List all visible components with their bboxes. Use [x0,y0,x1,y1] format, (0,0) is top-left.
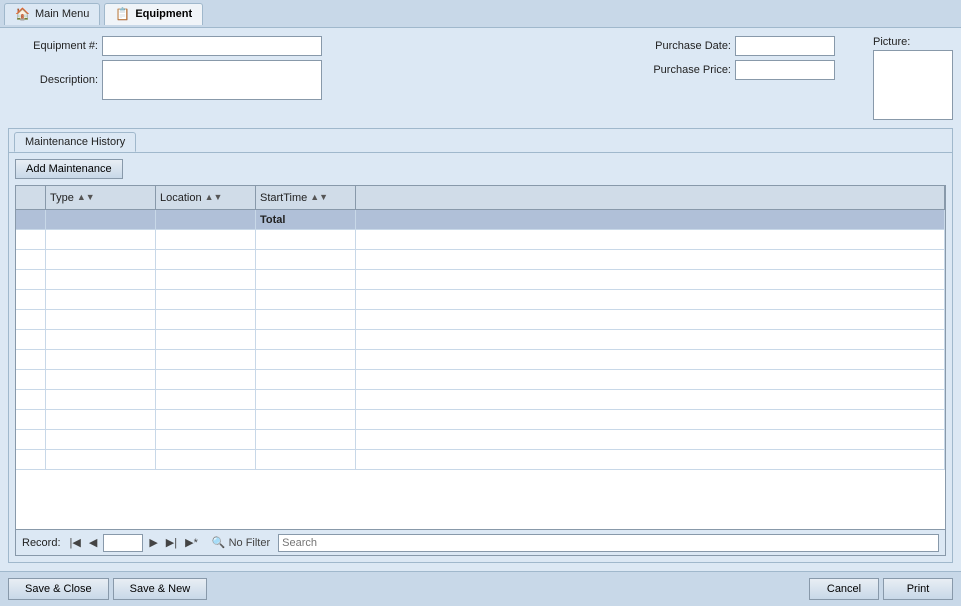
total-label: Total [260,214,285,226]
search-input[interactable] [278,534,939,552]
button-separator [211,578,805,600]
location-column-label: Location [160,192,202,204]
equipment-number-row: Equipment #: [8,36,603,56]
nav-current-page[interactable] [103,534,143,552]
cancel-button[interactable]: Cancel [809,578,879,600]
purchase-date-input[interactable] [735,36,835,56]
purchase-date-label: Purchase Date: [641,40,731,52]
grid-header-extra [356,186,945,209]
starttime-column-label: StartTime [260,192,307,204]
title-bar: 🏠 Main Menu 📋 Equipment [0,0,961,28]
total-starttime-cell: Total [256,210,356,229]
equipment-number-label: Equipment #: [8,40,98,52]
form-middle: Purchase Date: Purchase Price: [641,36,835,80]
location-sort-icon[interactable]: ▲▼ [205,193,223,202]
table-row [16,290,945,310]
tab-equipment[interactable]: 📋 Equipment [104,3,203,25]
total-row: Total [16,210,945,230]
table-row [16,250,945,270]
table-row [16,270,945,290]
table-row [16,370,945,390]
tab-main-menu[interactable]: 🏠 Main Menu [4,3,100,25]
add-maintenance-button[interactable]: Add Maintenance [15,159,123,179]
no-filter-label: No Filter [229,537,271,549]
equipment-icon: 📋 [115,7,130,21]
purchase-price-label: Purchase Price: [641,64,731,76]
table-row [16,410,945,430]
total-extra-cell [356,210,945,229]
equipment-number-input[interactable] [102,36,322,56]
type-sort-icon[interactable]: ▲▼ [77,193,95,202]
maintenance-tab-header: Maintenance History [9,129,952,153]
picture-label: Picture: [873,36,910,48]
bottom-bar: Save & Close Save & New Cancel Print [0,571,961,606]
table-row [16,230,945,250]
maintenance-content: Add Maintenance Type ▲▼ Location ▲▼ Star… [9,153,952,562]
navigation-bar: Record: |◀ ◀ ▶ ▶| ▶* 🔍 No Filter [16,529,945,555]
grid-body: Total [16,210,945,529]
maintenance-tab-label[interactable]: Maintenance History [14,132,136,152]
save-new-button[interactable]: Save & New [113,578,208,600]
grid-header: Type ▲▼ Location ▲▼ StartTime ▲▼ [16,186,945,210]
table-row [16,330,945,350]
purchase-date-row: Purchase Date: [641,36,835,56]
save-close-button[interactable]: Save & Close [8,578,109,600]
purchase-price-input[interactable] [735,60,835,80]
table-row [16,350,945,370]
form-right: Picture: [873,36,953,120]
nav-new-button[interactable]: ▶* [183,535,200,550]
main-content: Equipment #: Description: Purchase Date:… [0,28,961,571]
description-row: Description: [8,60,603,100]
grid-header-type[interactable]: Type ▲▼ [46,186,156,209]
nav-next-button[interactable]: ▶ [147,535,159,550]
tab-equipment-label: Equipment [135,8,192,20]
record-label: Record: [22,537,61,549]
form-left: Equipment #: Description: [8,36,603,100]
print-button[interactable]: Print [883,578,953,600]
main-menu-icon: 🏠 [15,7,30,21]
nav-prev-button[interactable]: ◀ [87,535,99,550]
total-location-cell [156,210,256,229]
nav-last-button[interactable]: ▶| [164,535,179,550]
type-column-label: Type [50,192,74,204]
grid-header-starttime[interactable]: StartTime ▲▼ [256,186,356,209]
nav-first-button[interactable]: |◀ [68,535,83,550]
purchase-price-row: Purchase Price: [641,60,835,80]
description-input[interactable] [102,60,322,100]
table-row [16,450,945,470]
filter-icon: 🔍 [212,536,226,549]
table-row [16,430,945,450]
table-row [16,390,945,410]
total-selector-cell [16,210,46,229]
starttime-sort-icon[interactable]: ▲▼ [310,193,328,202]
grid-header-location[interactable]: Location ▲▼ [156,186,256,209]
no-filter-button[interactable]: 🔍 No Filter [212,536,270,549]
form-area: Equipment #: Description: Purchase Date:… [8,36,953,120]
picture-box [873,50,953,120]
description-label: Description: [8,74,98,86]
grid-header-selector [16,186,46,209]
maintenance-grid: Type ▲▼ Location ▲▼ StartTime ▲▼ [15,185,946,556]
total-type-cell [46,210,156,229]
table-row [16,310,945,330]
tab-main-menu-label: Main Menu [35,8,89,20]
maintenance-section: Maintenance History Add Maintenance Type… [8,128,953,563]
